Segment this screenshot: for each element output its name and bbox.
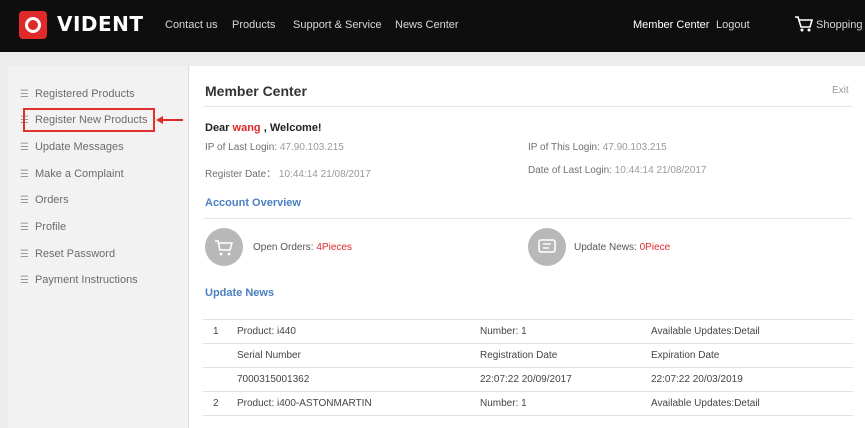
table-row: 2 Product: i400-ASTONMARTIN Number: 1 Av… [203, 391, 853, 416]
ip-last-login: IP of Last Login: 47.90.103.215 [205, 142, 344, 153]
brand-logo-text[interactable]: VIDENT [57, 12, 144, 36]
open-orders-stat: Open Orders: 4Pieces [253, 242, 352, 253]
open-orders-label: Open Orders: [253, 242, 314, 253]
list-icon: ☰ [20, 169, 29, 180]
column-header-registration: Registration Date [470, 343, 641, 368]
update-news-heading: Update News [205, 287, 275, 299]
sidebar-item-label: Orders [34, 194, 69, 206]
list-icon: ☰ [20, 89, 29, 100]
row-index [203, 343, 227, 368]
cart-icon [215, 240, 234, 256]
open-orders-value[interactable]: 4Pieces [316, 242, 352, 253]
greeting-dear: Dear [205, 122, 230, 134]
greeting-username: wang [232, 122, 261, 134]
sidebar-item-update-messages[interactable]: ☰ Update Messages [20, 141, 124, 153]
row-index [203, 367, 227, 392]
update-news-circle [528, 228, 566, 266]
sidebar-item-reset-password[interactable]: ☰ Reset Password [20, 248, 115, 260]
row-index: 1 [203, 319, 227, 344]
ip-this-login-label: IP of This Login: [528, 142, 600, 153]
available-updates-link[interactable]: Available Updates:Detail [641, 319, 853, 344]
serial-number: 7000315001362 [227, 367, 470, 392]
registration-date: 22:07:22 20/09/2017 [470, 367, 641, 392]
sidebar-item-label: Registered Products [34, 88, 135, 100]
nav-shopping-cart[interactable]: Shopping Cart [816, 19, 865, 31]
sidebar-item-label: Payment Instructions [34, 274, 138, 286]
register-date-label: Register Date： [205, 169, 277, 180]
overview-divider [203, 218, 853, 219]
list-icon: ☰ [20, 249, 29, 260]
products-table: 1 Product: i440 Number: 1 Available Upda… [203, 319, 853, 416]
page-title: Member Center [205, 83, 307, 99]
nav-contact-us[interactable]: Contact us [165, 19, 218, 31]
shopping-cart-icon[interactable] [794, 15, 814, 33]
available-updates-link[interactable]: Available Updates:Detail [641, 391, 853, 416]
product-name: Product: i440 [227, 319, 470, 344]
nav-news-center[interactable]: News Center [395, 19, 459, 31]
greeting-comma: , [263, 122, 267, 134]
sidebar-item-label: Profile [34, 221, 67, 233]
product-number: Number: 1 [470, 391, 641, 416]
ip-last-login-value: 47.90.103.215 [279, 142, 344, 153]
sidebar-item-profile[interactable]: ☰ Profile [20, 221, 66, 233]
product-name: Product: i400-ASTONMARTIN [227, 391, 470, 416]
nav-products[interactable]: Products [232, 19, 275, 31]
row-index: 2 [203, 391, 227, 416]
table-row: 7000315001362 22:07:22 20/09/2017 22:07:… [203, 367, 853, 392]
register-date: Register Date： 10:44:14 21/08/2017 [205, 165, 371, 180]
register-date-value: 10:44:14 21/08/2017 [278, 169, 371, 180]
last-login-date-label: Date of Last Login: [528, 165, 612, 176]
table-header-row: Serial Number Registration Date Expirati… [203, 343, 853, 368]
update-news-label: Update News: [574, 242, 637, 253]
sidebar-item-label: Make a Complaint [34, 168, 124, 180]
message-icon [538, 239, 556, 253]
sidebar-item-payment-instructions[interactable]: ☰ Payment Instructions [20, 274, 138, 286]
list-icon: ☰ [20, 222, 29, 233]
vident-logo-icon[interactable] [19, 11, 47, 39]
update-news-stat: Update News: 0Piece [574, 242, 670, 253]
welcome-greeting: Dear wang , Welcome! [205, 122, 322, 134]
sidebar-item-make-a-complaint[interactable]: ☰ Make a Complaint [20, 168, 124, 180]
greeting-welcome: Welcome! [269, 122, 322, 134]
sidebar-item-label: Update Messages [34, 141, 124, 153]
exit-link[interactable]: Exit [832, 85, 849, 96]
nav-support-service[interactable]: Support & Service [293, 19, 382, 31]
last-login-date: Date of Last Login: 10:44:14 21/08/2017 [528, 165, 707, 176]
sidebar-item-label: Reset Password [34, 248, 116, 260]
title-divider [203, 106, 853, 107]
member-center-panel: Member Center Exit Dear wang , Welcome! … [189, 66, 865, 428]
selected-item-highlight [23, 108, 155, 132]
column-header-expiration: Expiration Date [641, 343, 853, 368]
last-login-date-value: 10:44:14 21/08/2017 [614, 165, 707, 176]
column-header-serial: Serial Number [227, 343, 470, 368]
product-number: Number: 1 [470, 319, 641, 344]
list-icon: ☰ [20, 195, 29, 206]
account-overview-heading: Account Overview [205, 197, 301, 209]
nav-logout[interactable]: Logout [716, 19, 750, 31]
open-orders-circle [205, 228, 243, 266]
sidebar-item-orders[interactable]: ☰ Orders [20, 194, 69, 206]
table-row: 1 Product: i440 Number: 1 Available Upda… [203, 319, 853, 344]
update-news-value[interactable]: 0Piece [640, 242, 671, 253]
ip-this-login-value: 47.90.103.215 [602, 142, 667, 153]
ip-this-login: IP of This Login: 47.90.103.215 [528, 142, 667, 153]
expiration-date: 22:07:22 20/03/2019 [641, 367, 853, 392]
list-icon: ☰ [20, 275, 29, 286]
pointer-arrow-icon [156, 116, 183, 124]
sidebar-item-registered-products[interactable]: ☰ Registered Products [20, 88, 135, 100]
list-icon: ☰ [20, 142, 29, 153]
nav-member-center[interactable]: Member Center [633, 19, 709, 31]
top-nav-bar: VIDENT Contact us Products Support & Ser… [0, 0, 865, 52]
ip-last-login-label: IP of Last Login: [205, 142, 278, 153]
